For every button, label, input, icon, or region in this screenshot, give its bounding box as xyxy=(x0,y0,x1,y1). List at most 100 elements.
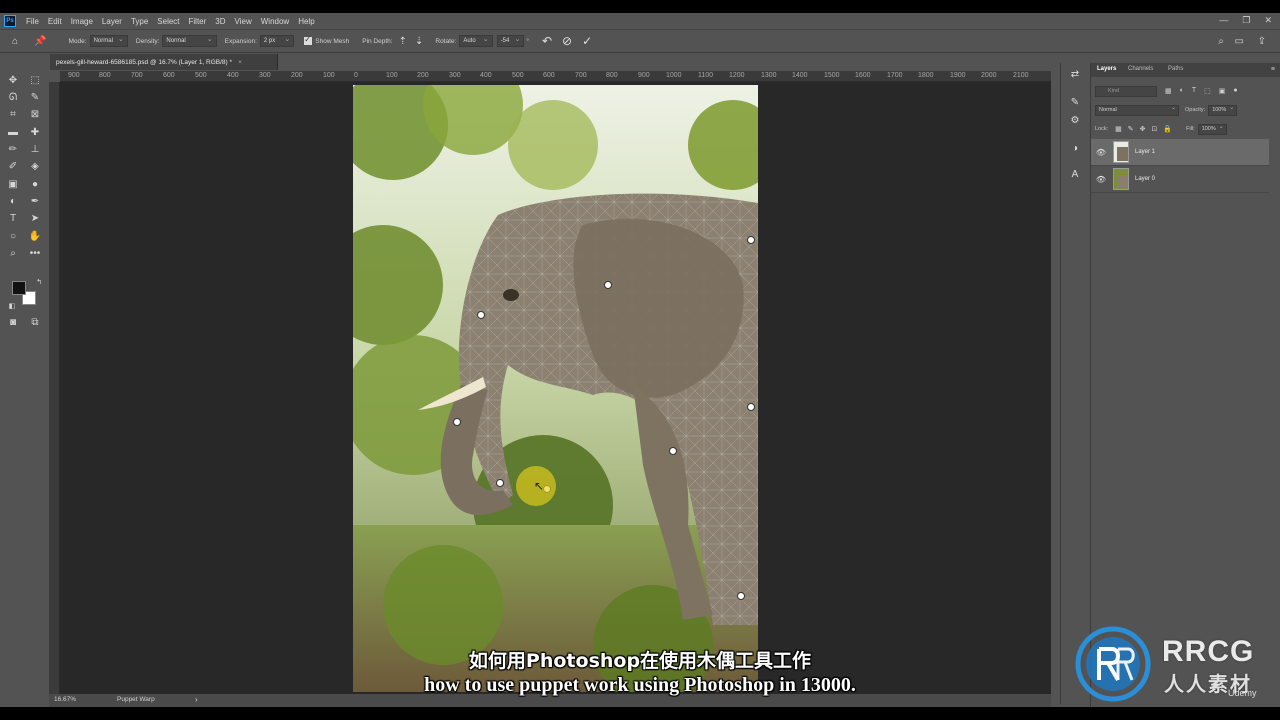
layers-list: 👁 Layer 1 👁 Layer 0 xyxy=(1091,139,1271,193)
hand-tool-icon[interactable]: ✋ xyxy=(27,229,43,245)
smart-object-filter-icon[interactable]: ▣ xyxy=(1219,87,1226,95)
menu-filter[interactable]: Filter xyxy=(185,17,212,26)
dodge-tool-icon[interactable]: ◐ xyxy=(5,194,21,210)
properties-icon[interactable]: ◑ xyxy=(1067,141,1083,157)
foreground-color-swatch[interactable] xyxy=(12,281,26,295)
rotate-mode-select[interactable]: Auto xyxy=(459,35,493,47)
adjustment-filter-icon[interactable]: ◐ xyxy=(1180,87,1184,95)
more-tools-icon[interactable]: ••• xyxy=(27,246,43,262)
svg-text:↖: ↖ xyxy=(534,479,544,493)
lock-position-icon[interactable]: ✥ xyxy=(1140,125,1146,133)
menu-3d[interactable]: 3D xyxy=(211,17,230,26)
restore-button[interactable]: ❐ xyxy=(1242,15,1250,26)
canvas-area[interactable]: ↖ xyxy=(60,82,1051,694)
pin-depth-forward-icon[interactable]: ⇡ xyxy=(399,36,407,47)
menu-select[interactable]: Select xyxy=(153,17,184,26)
home-icon[interactable]: ⌂ xyxy=(12,36,18,47)
ruler-label: 400 xyxy=(480,72,492,79)
close-window-button[interactable]: ✕ xyxy=(1264,15,1272,26)
document-tab[interactable]: pexels-gill-heward-6586185.psd @ 16.7% (… xyxy=(50,54,278,70)
mode-select[interactable]: Normal xyxy=(89,35,128,47)
quick-mask-icon[interactable]: ◙ xyxy=(5,315,21,331)
eraser-tool-icon[interactable]: ◈ xyxy=(27,159,43,175)
type-tool-icon[interactable]: T xyxy=(5,211,21,227)
share-icon[interactable]: ⇪ xyxy=(1258,36,1266,47)
adjustments-icon[interactable]: ⚙ xyxy=(1067,113,1083,129)
menu-window[interactable]: Window xyxy=(257,17,294,26)
path-select-tool-icon[interactable]: ➤ xyxy=(27,211,43,227)
menu-edit[interactable]: Edit xyxy=(44,17,67,26)
lock-artboard-icon[interactable]: ⊡ xyxy=(1152,125,1158,133)
pixel-filter-icon[interactable]: ▦ xyxy=(1165,87,1172,95)
shape-tool-icon[interactable]: ○ xyxy=(5,229,21,245)
lock-transparent-icon[interactable]: ▦ xyxy=(1115,125,1122,133)
history-brush-icon[interactable]: ✐ xyxy=(5,159,21,175)
menu-layer[interactable]: Layer xyxy=(98,17,127,26)
menu-image[interactable]: Image xyxy=(67,17,98,26)
filter-toggle-icon[interactable]: ● xyxy=(1233,87,1237,95)
workspace-icon[interactable]: ▭ xyxy=(1235,36,1244,47)
move-tool-icon[interactable]: ✥ xyxy=(5,73,21,89)
photoshop-logo: Ps xyxy=(4,15,16,27)
quick-select-tool-icon[interactable]: ✎ xyxy=(27,90,43,106)
layer-row-layer-0[interactable]: 👁 Layer 0 xyxy=(1091,166,1269,193)
type-filter-icon[interactable]: T xyxy=(1192,87,1196,95)
search-icon[interactable]: ⌕ xyxy=(1218,36,1224,47)
kind-filter-select[interactable]: Kind xyxy=(1095,85,1157,97)
shape-filter-icon[interactable]: ⬚ xyxy=(1204,87,1211,95)
character-panel-icon[interactable]: A xyxy=(1067,167,1083,183)
history-panel-icon[interactable]: ⇄ xyxy=(1067,67,1083,83)
elephant-photo[interactable]: ↖ xyxy=(353,85,758,692)
tab-channels[interactable]: Channels xyxy=(1128,66,1153,72)
menu-type[interactable]: Type xyxy=(127,17,153,26)
brush-settings-icon[interactable]: ✎ xyxy=(1067,95,1083,111)
remove-all-pins-icon[interactable]: ↶ xyxy=(542,34,552,48)
pen-tool-icon[interactable]: ✒ xyxy=(27,194,43,210)
crop-tool-icon[interactable]: ⌗ xyxy=(5,107,21,123)
menu-help[interactable]: Help xyxy=(294,17,319,26)
density-select[interactable]: Normal xyxy=(162,35,217,47)
stamp-tool-icon[interactable]: ⊥ xyxy=(27,142,43,158)
fill-input[interactable]: 100% xyxy=(1197,123,1227,135)
filter-icons: ▦ ◐ T ⬚ ▣ ● xyxy=(1165,87,1238,95)
layer-row-layer-1[interactable]: 👁 Layer 1 xyxy=(1091,139,1269,166)
zoom-tool-icon[interactable]: ⌕ xyxy=(5,246,21,262)
show-mesh-checkbox[interactable] xyxy=(304,35,313,45)
rotate-value-input[interactable]: -54 xyxy=(496,35,525,47)
opacity-input[interactable]: 100% xyxy=(1208,104,1238,116)
watermark-brand: RRCG xyxy=(1162,635,1255,668)
screen-mode-icon[interactable]: ⧉ xyxy=(27,315,43,331)
minimize-button[interactable]: — xyxy=(1219,15,1228,26)
panel-menu-icon[interactable]: ≡ xyxy=(1271,66,1275,73)
tab-layers[interactable]: Layers xyxy=(1097,66,1116,72)
lock-all-icon[interactable]: 🔒 xyxy=(1163,125,1172,133)
ruler-label: 700 xyxy=(575,72,587,79)
brush-tool-icon[interactable]: ✏ xyxy=(5,142,21,158)
commit-transform-icon[interactable]: ✓ xyxy=(582,34,592,48)
blur-tool-icon[interactable]: ● xyxy=(27,177,43,193)
gradient-tool-icon[interactable]: ▣ xyxy=(5,177,21,193)
close-tab-icon[interactable]: × xyxy=(238,59,242,66)
lock-image-icon[interactable]: ✎ xyxy=(1128,125,1134,133)
pin-depth-label: Pin Depth: xyxy=(362,37,393,45)
visibility-eye-icon[interactable]: 👁 xyxy=(1094,148,1108,157)
ruler-label: 1900 xyxy=(950,72,966,79)
swap-colors-icon[interactable]: ↰ xyxy=(31,275,47,291)
pin-depth-backward-icon[interactable]: ⇣ xyxy=(415,36,423,47)
ruler-label: 900 xyxy=(638,72,650,79)
menu-view[interactable]: View xyxy=(231,17,257,26)
expansion-input[interactable]: 2 px xyxy=(259,35,295,47)
eyedropper-tool-icon[interactable]: ▬ xyxy=(5,125,21,141)
healing-tool-icon[interactable]: ✚ xyxy=(27,125,43,141)
lasso-tool-icon[interactable]: ᘏ xyxy=(5,90,21,106)
zoom-level[interactable]: 16.67% xyxy=(54,696,76,703)
default-colors-icon[interactable]: ◧ xyxy=(4,299,20,315)
blend-mode-select[interactable]: Normal xyxy=(1095,104,1179,116)
visibility-eye-icon[interactable]: 👁 xyxy=(1094,175,1108,184)
frame-tool-icon[interactable]: ⊠ xyxy=(27,107,43,123)
tab-paths[interactable]: Paths xyxy=(1168,66,1183,72)
menu-file[interactable]: File xyxy=(22,17,44,26)
puppet-pin-tool-icon[interactable]: 📌 xyxy=(34,36,46,47)
cancel-transform-icon[interactable]: ⊘ xyxy=(562,34,572,48)
marquee-tool-icon[interactable]: ⬚ xyxy=(27,73,43,89)
